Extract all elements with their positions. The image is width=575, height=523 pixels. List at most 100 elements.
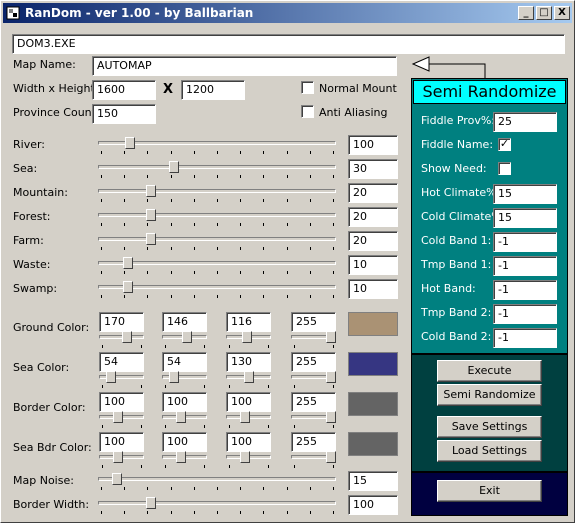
hot-band-input[interactable]: -1 xyxy=(493,280,557,300)
farm-slider[interactable] xyxy=(98,233,336,250)
border-color-channel-3-slider[interactable] xyxy=(291,411,336,428)
map-name-input[interactable]: AUTOMAP xyxy=(92,56,397,76)
load-settings-button[interactable]: Load Settings xyxy=(437,440,542,462)
border-color-channel-0-slider-thumb[interactable] xyxy=(112,411,123,423)
tmp-band-1-input[interactable]: -1 xyxy=(493,256,557,276)
sea-bdr-color-channel-0-input[interactable]: 100 xyxy=(99,432,144,452)
border-color-channel-2-slider-thumb[interactable] xyxy=(239,411,250,423)
ground-color-channel-1-input[interactable]: 146 xyxy=(162,312,207,332)
ground-color-channel-3-slider[interactable] xyxy=(291,331,336,348)
sea-color-channel-3-input[interactable]: 255 xyxy=(291,352,336,372)
province-count-input[interactable]: 150 xyxy=(92,104,156,124)
sea-bdr-color-channel-1-slider[interactable] xyxy=(162,451,207,468)
tmp-band-2-input[interactable]: -1 xyxy=(493,304,557,324)
sea-input[interactable]: 30 xyxy=(348,159,398,179)
anti-aliasing-checkbox[interactable] xyxy=(301,105,314,118)
ground-color-channel-1-slider-thumb[interactable] xyxy=(182,331,193,343)
border-width-input[interactable]: 100 xyxy=(348,495,398,515)
forest-slider[interactable] xyxy=(98,209,336,226)
border-width-slider-thumb[interactable] xyxy=(145,497,156,509)
sea-bdr-color-channel-2-slider[interactable] xyxy=(226,451,271,468)
farm-input[interactable]: 20 xyxy=(348,231,398,251)
sea-bdr-color-channel-0-slider-thumb[interactable] xyxy=(112,451,123,463)
fiddle-name-checkbox[interactable]: ✓ xyxy=(498,138,511,151)
semi-randomize-button[interactable]: Semi Randomize xyxy=(437,384,542,406)
sea-bdr-color-channel-2-slider-thumb[interactable] xyxy=(239,451,250,463)
sea-bdr-color-channel-3-slider[interactable] xyxy=(291,451,336,468)
forest-input[interactable]: 20 xyxy=(348,207,398,227)
maximize-button[interactable]: □ xyxy=(536,6,552,20)
sea-color-channel-0-slider[interactable] xyxy=(99,371,144,388)
ground-color-channel-2-input[interactable]: 116 xyxy=(226,312,271,332)
sea-color-channel-3-slider[interactable] xyxy=(291,371,336,388)
cold-band-1-input[interactable]: -1 xyxy=(493,232,557,252)
map-noise-input[interactable]: 15 xyxy=(348,471,398,491)
sea-color-channel-3-slider-thumb[interactable] xyxy=(326,371,336,383)
sea-bdr-color-channel-2-input[interactable]: 100 xyxy=(226,432,271,452)
border-color-channel-2-slider[interactable] xyxy=(226,411,271,428)
show-need-checkbox[interactable] xyxy=(498,162,511,175)
normal-mount-checkbox[interactable] xyxy=(301,81,314,94)
cold-band-2-input[interactable]: -1 xyxy=(493,328,557,348)
hot-climate-input[interactable]: 15 xyxy=(493,184,557,204)
forest-slider-thumb[interactable] xyxy=(145,209,156,221)
sea-slider-thumb[interactable] xyxy=(168,161,179,173)
sea-bdr-color-channel-1-slider-thumb[interactable] xyxy=(175,451,186,463)
cold-climate-input[interactable]: 15 xyxy=(493,208,557,228)
river-slider[interactable] xyxy=(98,137,336,154)
border-color-channel-1-slider-thumb[interactable] xyxy=(175,411,186,423)
mountain-slider-thumb[interactable] xyxy=(145,185,156,197)
map-noise-slider[interactable] xyxy=(98,473,336,490)
sea-color-channel-1-input[interactable]: 54 xyxy=(162,352,207,372)
farm-slider-thumb[interactable] xyxy=(145,233,156,245)
sea-slider[interactable] xyxy=(98,161,336,178)
height-input[interactable]: 1200 xyxy=(181,80,245,100)
border-color-channel-1-input[interactable]: 100 xyxy=(162,392,207,412)
border-color-channel-3-slider-thumb[interactable] xyxy=(326,411,336,423)
ground-color-channel-2-slider[interactable] xyxy=(226,331,271,348)
exe-path-input[interactable]: DOM3.EXE xyxy=(12,34,565,54)
ground-color-channel-2-slider-thumb[interactable] xyxy=(241,331,252,343)
sea-color-channel-2-slider[interactable] xyxy=(226,371,271,388)
swamp-input[interactable]: 10 xyxy=(348,279,398,299)
sea-color-channel-2-slider-thumb[interactable] xyxy=(243,371,254,383)
sea-bdr-color-channel-3-slider-thumb[interactable] xyxy=(326,451,336,463)
sea-color-channel-1-slider[interactable] xyxy=(162,371,207,388)
width-input[interactable]: 1600 xyxy=(92,80,156,100)
mountain-slider[interactable] xyxy=(98,185,336,202)
close-button[interactable]: X xyxy=(554,6,570,20)
border-color-channel-0-slider[interactable] xyxy=(99,411,144,428)
sea-color-channel-0-input[interactable]: 54 xyxy=(99,352,144,372)
river-input[interactable]: 100 xyxy=(348,135,398,155)
border-color-channel-1-slider[interactable] xyxy=(162,411,207,428)
fiddle-prov-input[interactable]: 25 xyxy=(493,112,557,132)
river-slider-thumb[interactable] xyxy=(125,137,136,149)
sea-bdr-color-channel-3-input[interactable]: 255 xyxy=(291,432,336,452)
sea-color-channel-1-slider-thumb[interactable] xyxy=(169,371,180,383)
sea-color-channel-0-slider-thumb[interactable] xyxy=(106,371,117,383)
swamp-slider-thumb[interactable] xyxy=(123,281,134,293)
border-width-slider[interactable] xyxy=(98,497,336,514)
waste-input[interactable]: 10 xyxy=(348,255,398,275)
swamp-slider[interactable] xyxy=(98,281,336,298)
map-noise-slider-thumb[interactable] xyxy=(111,473,122,485)
ground-color-channel-0-slider-thumb[interactable] xyxy=(122,331,133,343)
title-bar[interactable]: RanDom - ver 1.00 - by Ballbarian _ □ X xyxy=(3,3,572,23)
border-color-channel-0-input[interactable]: 100 xyxy=(99,392,144,412)
minimize-button[interactable]: _ xyxy=(518,6,534,20)
execute-button[interactable]: Execute xyxy=(437,360,542,382)
ground-color-channel-3-slider-thumb[interactable] xyxy=(326,331,336,343)
border-color-channel-3-input[interactable]: 255 xyxy=(291,392,336,412)
ground-color-channel-0-input[interactable]: 170 xyxy=(99,312,144,332)
sea-bdr-color-channel-0-slider[interactable] xyxy=(99,451,144,468)
exit-button[interactable]: Exit xyxy=(437,480,542,502)
save-settings-button[interactable]: Save Settings xyxy=(437,416,542,438)
sea-color-channel-2-input[interactable]: 130 xyxy=(226,352,271,372)
waste-slider-thumb[interactable] xyxy=(123,257,134,269)
border-color-channel-2-input[interactable]: 100 xyxy=(226,392,271,412)
ground-color-channel-1-slider[interactable] xyxy=(162,331,207,348)
ground-color-channel-0-slider[interactable] xyxy=(99,331,144,348)
sea-bdr-color-channel-1-input[interactable]: 100 xyxy=(162,432,207,452)
mountain-input[interactable]: 20 xyxy=(348,183,398,203)
waste-slider[interactable] xyxy=(98,257,336,274)
